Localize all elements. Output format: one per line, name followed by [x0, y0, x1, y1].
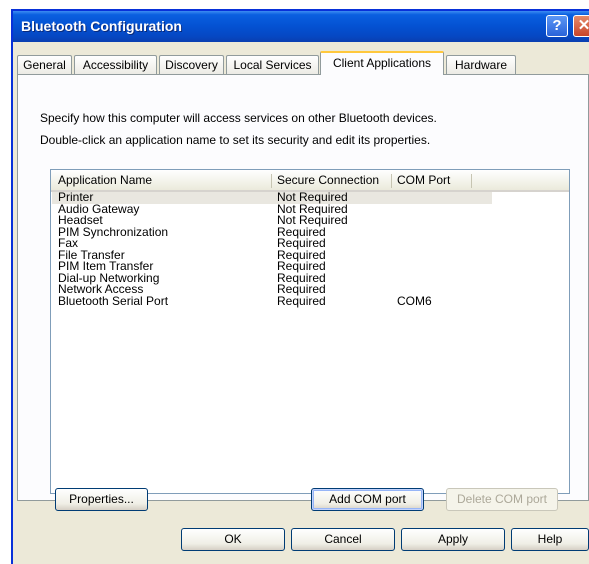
close-button[interactable]: ✕	[573, 15, 589, 37]
delete-com-port-button[interactable]: Delete COM port	[446, 488, 558, 511]
client-applications-panel: Specify how this computer will access se…	[17, 74, 589, 511]
window-title: Bluetooth Configuration	[21, 18, 182, 34]
table-row[interactable]: Bluetooth Serial Port Required COM6	[52, 293, 492, 308]
title-bar[interactable]: Bluetooth Configuration ? ✕	[13, 11, 589, 42]
help-button[interactable]: Help	[511, 528, 589, 551]
com-port-cell: COM6	[397, 293, 432, 308]
applications-list[interactable]: Application Name Secure Connection COM P…	[50, 169, 570, 494]
tab-discovery[interactable]: Discovery	[159, 55, 224, 74]
properties-button[interactable]: Properties...	[55, 488, 148, 511]
column-divider[interactable]	[471, 174, 472, 188]
bluetooth-configuration-window: Bluetooth Configuration ? ✕ General Acce…	[11, 9, 589, 564]
secure-connection-cell: Required	[277, 293, 326, 308]
add-com-port-button[interactable]: Add COM port	[311, 488, 424, 511]
table-row[interactable]: Audio Gateway Not Required	[52, 202, 492, 215]
column-header-com-port[interactable]: COM Port	[397, 173, 450, 187]
description-line-2: Double-click an application name to set …	[40, 133, 431, 147]
application-name-cell: Bluetooth Serial Port	[58, 293, 169, 308]
list-header: Application Name Secure Connection COM P…	[51, 170, 569, 192]
column-header-secure-connection[interactable]: Secure Connection	[277, 173, 379, 187]
tab-strip: General Accessibility Discovery Local Se…	[17, 51, 589, 75]
tab-general[interactable]: General	[17, 55, 72, 74]
ok-button[interactable]: OK	[181, 528, 285, 551]
column-divider[interactable]	[271, 174, 272, 188]
help-title-button[interactable]: ?	[546, 15, 568, 37]
tab-client-applications[interactable]: Client Applications	[320, 51, 444, 75]
tab-hardware[interactable]: Hardware	[446, 55, 516, 74]
column-divider[interactable]	[391, 174, 392, 188]
apply-button[interactable]: Apply	[401, 528, 505, 551]
tab-accessibility[interactable]: Accessibility	[74, 55, 157, 74]
column-header-application-name[interactable]: Application Name	[58, 173, 152, 187]
tab-local-services[interactable]: Local Services	[226, 55, 319, 74]
cancel-button[interactable]: Cancel	[291, 528, 395, 551]
description-line-1: Specify how this computer will access se…	[40, 111, 437, 125]
table-row[interactable]: PIM Synchronization Required	[52, 225, 492, 238]
